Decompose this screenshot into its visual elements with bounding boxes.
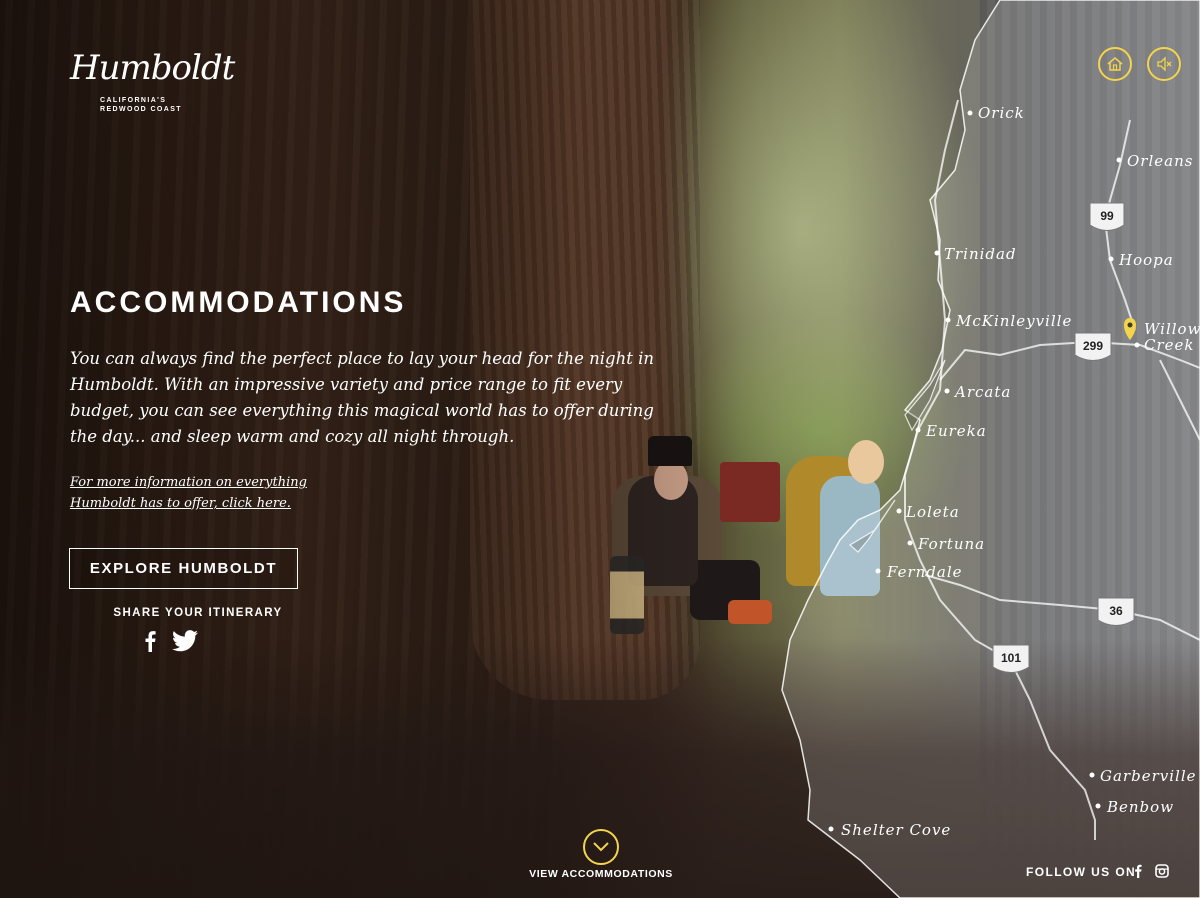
svg-text:Garberville: Garberville <box>1100 767 1197 785</box>
highway-101-shield: 101 <box>992 644 1030 673</box>
town-hoopa[interactable]: Hoopa <box>1108 251 1174 269</box>
svg-text:Eureka: Eureka <box>925 422 987 440</box>
svg-text:299: 299 <box>1083 339 1103 353</box>
facebook-icon <box>145 631 156 652</box>
svg-text:McKinleyville: McKinleyville <box>955 312 1072 330</box>
highway-99-shield: 99 <box>1089 202 1125 231</box>
svg-text:Creek: Creek <box>1144 336 1195 354</box>
share-itinerary-label: SHARE YOUR ITINERARY <box>113 607 283 619</box>
instagram-icon <box>1155 864 1169 878</box>
town-trinidad[interactable]: Trinidad <box>934 245 1017 263</box>
svg-text:99: 99 <box>1100 209 1114 223</box>
share-icons <box>144 630 198 652</box>
svg-text:101: 101 <box>1001 651 1021 665</box>
logo-tagline-line2: REDWOOD COAST <box>100 106 182 113</box>
svg-text:Fortuna: Fortuna <box>917 535 985 553</box>
town-fortuna[interactable]: Fortuna <box>907 535 986 553</box>
svg-text:Orick: Orick <box>978 104 1025 122</box>
chevron-down-icon <box>593 842 609 852</box>
svg-text:Ferndale: Ferndale <box>886 563 963 581</box>
town-eureka[interactable]: Eureka <box>915 422 987 440</box>
svg-text:Benbow: Benbow <box>1106 798 1174 816</box>
home-button[interactable] <box>1098 47 1132 81</box>
town-mckinleyville[interactable]: McKinleyville <box>945 312 1073 330</box>
follow-facebook-button[interactable] <box>1134 864 1142 883</box>
view-accommodations-button[interactable] <box>583 829 619 865</box>
logo-script: Humboldt <box>70 48 235 88</box>
follow-us-label: FOLLOW US ON <box>1026 865 1137 879</box>
svg-text:Loleta: Loleta <box>905 503 960 521</box>
more-info-link[interactable]: For more information on everything Humbo… <box>70 472 310 514</box>
humboldt-logo[interactable]: Humboldt CALIFORNIA'S REDWOOD COAST <box>66 48 235 124</box>
logo-tagline-line1: CALIFORNIA'S <box>100 97 167 104</box>
town-ferndale[interactable]: Ferndale <box>875 563 963 581</box>
explore-humboldt-button[interactable]: EXPLORE HUMBOLDT <box>69 548 298 589</box>
page-title: ACCOMMODATIONS <box>70 286 407 319</box>
home-icon <box>1107 57 1123 71</box>
twitter-icon <box>172 630 198 652</box>
share-facebook-button[interactable] <box>144 630 156 652</box>
share-twitter-button[interactable] <box>172 630 198 652</box>
town-orleans[interactable]: Orleans <box>1116 152 1194 170</box>
view-accommodations-label[interactable]: VIEW ACCOMMODATIONS <box>500 868 702 880</box>
page-description: You can always find the perfect place to… <box>70 349 655 446</box>
svg-text:Hoopa: Hoopa <box>1118 251 1174 269</box>
highway-36-shield: 36 <box>1097 597 1135 626</box>
town-garberville[interactable]: Garberville <box>1089 767 1197 785</box>
svg-text:Orleans: Orleans <box>1127 152 1193 170</box>
town-benbow[interactable]: Benbow <box>1095 798 1175 816</box>
svg-text:Trinidad: Trinidad <box>944 245 1017 263</box>
town-arcata[interactable]: Arcata <box>944 383 1012 401</box>
facebook-icon <box>1135 864 1142 878</box>
town-loleta[interactable]: Loleta <box>896 503 960 521</box>
svg-text:36: 36 <box>1109 604 1123 618</box>
mute-icon <box>1157 56 1172 72</box>
follow-instagram-button[interactable] <box>1155 864 1169 883</box>
town-shelter-cove[interactable]: Shelter Cove <box>828 821 952 839</box>
svg-text:Shelter Cove: Shelter Cove <box>841 821 951 839</box>
logo-tagline: CALIFORNIA'S REDWOOD COAST <box>100 96 210 114</box>
highway-299-shield: 299 <box>1074 332 1112 361</box>
mute-button[interactable] <box>1147 47 1181 81</box>
svg-text:Arcata: Arcata <box>953 383 1011 401</box>
